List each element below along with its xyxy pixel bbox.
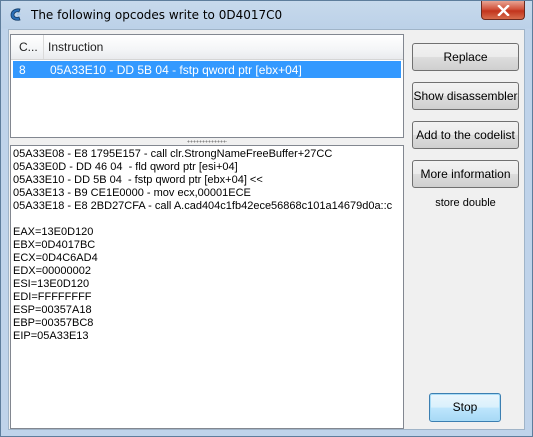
detail-line: 05A33E08 - E8 1795E157 - call clr.Strong… bbox=[13, 148, 333, 160]
more-information-button[interactable]: More information bbox=[412, 160, 519, 188]
register-eax: EAX=13E0D120 bbox=[13, 226, 94, 238]
register-edi: EDI=FFFFFFFF bbox=[13, 291, 92, 303]
dialog-client-area: C... Instruction 8 05A33E10 - DD 5B 04 -… bbox=[8, 29, 525, 430]
opcodes-window: The following opcodes write to 0D4017C0 … bbox=[0, 0, 533, 437]
column-header-instruction[interactable]: Instruction bbox=[48, 40, 103, 54]
row-instruction: 05A33E10 - DD 5B 04 - fstp qword ptr [eb… bbox=[50, 63, 302, 77]
opcode-list[interactable]: C... Instruction 8 05A33E10 - DD 5B 04 -… bbox=[10, 34, 404, 138]
detail-line: 05A33E18 - E8 2BD27CFA - call A.cad404c1… bbox=[13, 200, 393, 212]
list-row-selected[interactable]: 8 05A33E10 - DD 5B 04 - fstp qword ptr [… bbox=[13, 61, 401, 78]
splitter-handle[interactable] bbox=[187, 140, 227, 143]
close-icon bbox=[497, 5, 510, 16]
register-ebx: EBX=0D4017BC bbox=[13, 239, 96, 251]
show-disassembler-button[interactable]: Show disassembler bbox=[412, 82, 519, 110]
register-ecx: ECX=0D4C6AD4 bbox=[13, 252, 98, 264]
details-textbox[interactable]: 05A33E08 - E8 1795E157 - call clr.Strong… bbox=[10, 145, 404, 429]
stop-button[interactable]: Stop bbox=[429, 393, 501, 422]
detail-line: 05A33E0D - DD 46 04 - fld qword ptr [esi… bbox=[13, 161, 238, 173]
register-esp: ESP=00357A18 bbox=[13, 304, 92, 316]
replace-button[interactable]: Replace bbox=[412, 43, 519, 71]
register-eip: EIP=05A33E13 bbox=[13, 330, 89, 342]
detail-line: 05A33E10 - DD 5B 04 - fstp qword ptr [eb… bbox=[13, 174, 263, 186]
detail-line: 05A33E13 - B9 CE1E0000 - mov ecx,00001EC… bbox=[13, 187, 251, 199]
title-bar[interactable]: The following opcodes write to 0D4017C0 bbox=[1, 1, 532, 28]
column-header-count[interactable]: C... bbox=[19, 40, 38, 54]
register-esi: ESI=13E0D120 bbox=[13, 278, 90, 290]
close-button[interactable] bbox=[481, 1, 525, 20]
row-count: 8 bbox=[19, 63, 26, 77]
register-ebp: EBP=00357BC8 bbox=[13, 317, 94, 329]
add-to-codelist-button[interactable]: Add to the codelist bbox=[412, 121, 519, 149]
cheat-engine-icon bbox=[10, 8, 21, 21]
instruction-info-label: store double bbox=[435, 197, 496, 209]
list-header: C... Instruction bbox=[11, 35, 403, 60]
window-title: The following opcodes write to 0D4017C0 bbox=[31, 8, 283, 22]
column-separator[interactable] bbox=[43, 35, 44, 59]
register-edx: EDX=00000002 bbox=[13, 265, 91, 277]
